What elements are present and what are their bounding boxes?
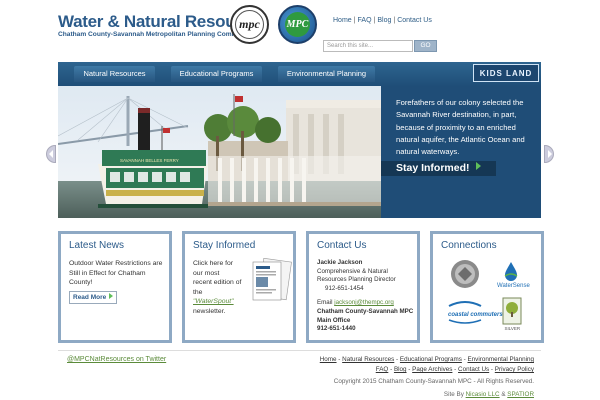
contact-us-box: Contact Us Jackie Jackson Comprehensive … (306, 231, 420, 343)
hero-slideshow: SAVANNAH BELLES FERRY Forefathers of our… (58, 86, 541, 218)
watersense-icon[interactable]: WaterSense (497, 262, 530, 289)
top-link-faq[interactable]: FAQ (358, 17, 372, 24)
footer-link-home[interactable]: Home (320, 356, 337, 363)
search-go-button[interactable]: GO (414, 40, 437, 52)
contact-email-link[interactable]: jacksonj@thempc.org (334, 299, 394, 306)
ferry-name: SAVANNAH BELLES FERRY (120, 158, 179, 163)
usgbc-icon[interactable] (451, 260, 479, 288)
footer-link-page-archives[interactable]: Page Archives (412, 366, 452, 373)
contact-us-body: Jackie Jackson Comprehensive & Natural R… (317, 259, 419, 334)
search-input[interactable]: Search this site... (323, 40, 413, 52)
stay-informed-label: Stay Informed! (396, 162, 470, 174)
stay-informed-line2: our most (193, 269, 220, 277)
read-more-arrow-icon (109, 292, 114, 299)
footer-link-natural-resources[interactable]: Natural Resources (342, 356, 394, 363)
leed-silver-icon[interactable]: SILVER (502, 297, 522, 331)
stay-informed-body: Click here for our most recent edition o… (193, 259, 253, 316)
latest-news-text: Outdoor Water Restrictions are Still in … (69, 260, 163, 286)
coastal-commuters-icon[interactable]: coastal commuters (448, 301, 503, 324)
latest-news-body: Outdoor Water Restrictions are Still in … (69, 259, 165, 304)
read-more-label: Read More (73, 293, 107, 301)
footer-link-privacy-policy[interactable]: Privacy Policy (495, 366, 534, 373)
nav-tab-educational-programs[interactable]: Educational Programs (171, 66, 262, 82)
stay-informed-line3: recent edition of (193, 279, 242, 286)
footer-link-environmental-planning[interactable]: Environmental Planning (467, 356, 534, 363)
site-subtitle: Chatham County-Savannah Metropolitan Pla… (58, 31, 257, 38)
contact-role-line1: Comprehensive & Natural (317, 267, 388, 275)
play-arrow-icon (475, 162, 481, 170)
top-link-home[interactable]: Home (333, 17, 352, 24)
site-by-label: Site By (443, 391, 464, 398)
copyright-text: Copyright 2015 Chatham County-Savannah M… (333, 378, 534, 385)
footer-link-blog[interactable]: Blog (394, 366, 407, 373)
latest-news-title: Latest News (69, 240, 125, 251)
leed-silver-label: SILVER (505, 326, 521, 331)
nav-tab-natural-resources[interactable]: Natural Resources (74, 66, 155, 82)
connections-box: Connections WaterSense coastal commuters… (430, 231, 544, 343)
stay-informed-hero-button[interactable]: Stay Informed! (381, 161, 496, 176)
slide-prev-arrow-icon[interactable] (46, 145, 56, 163)
connections-title: Connections (441, 240, 497, 251)
coastal-commuters-label: coastal commuters (448, 312, 503, 318)
latest-news-box: Latest News Outdoor Water Restrictions a… (58, 231, 172, 343)
newsletter-thumbnail-icon[interactable] (251, 258, 293, 304)
partner-logos: WaterSense coastal commuters SILVER (448, 260, 530, 331)
footer-link-educational-programs[interactable]: Educational Programs (400, 356, 462, 363)
contact-us-title: Contact Us (317, 240, 367, 251)
top-links: Home | FAQ | Blog | Contact Us (333, 17, 432, 24)
site-by-nicasio-link[interactable]: Nicasio LLC (466, 391, 500, 398)
contact-email-label: Email (317, 299, 333, 307)
footer-link-contact-us[interactable]: Contact Us (458, 366, 489, 373)
watersense-label: WaterSense (497, 283, 530, 289)
site-by: Site By Nicasio LLC & SPATIOR (444, 391, 534, 398)
site-by-spatior-link[interactable]: SPATIOR (507, 391, 534, 398)
waterspout-link[interactable]: "WaterSpout" (193, 298, 234, 305)
footer-links-row2: FAQ - Blog - Page Archives - Contact Us … (375, 366, 534, 373)
mpc-globe-icon: MPC (278, 5, 317, 44)
contact-phone: 912-651-1454 (325, 284, 364, 292)
site-by-amp: & (501, 391, 506, 398)
kids-land-button[interactable]: KIDS LAND (473, 64, 539, 82)
contact-office-phone: 912-651-1440 (317, 325, 356, 333)
read-more-button[interactable]: Read More (69, 290, 118, 304)
nav-tab-environmental-planning[interactable]: Environmental Planning (278, 66, 375, 82)
contact-name: Jackie Jackson (317, 259, 363, 266)
contact-role-line2: Resources Planning Director (317, 276, 396, 284)
top-link-blog[interactable]: Blog (377, 17, 391, 24)
stay-informed-box: Stay Informed Click here for our most re… (182, 231, 296, 343)
mpc-seal-icon: mpc (230, 5, 269, 44)
stay-informed-line1: Click here for (193, 260, 234, 267)
contact-office-label: Main Office (317, 316, 351, 324)
hero-image: SAVANNAH BELLES FERRY (58, 86, 381, 218)
stay-informed-line5: newsletter. (193, 307, 226, 315)
mpc-globe-text: MPC (285, 12, 310, 37)
mpc-seal-text: mpc (235, 10, 264, 39)
slide-next-arrow-icon[interactable] (544, 145, 554, 163)
footer-links-row1: Home - Natural Resources - Educational P… (319, 356, 534, 363)
stay-informed-line4: the (193, 288, 203, 296)
footer-divider (58, 350, 541, 351)
twitter-link[interactable]: @MPCNatResources on Twitter (67, 356, 166, 363)
stay-informed-title: Stay Informed (193, 240, 256, 251)
contact-org: Chatham County-Savannah MPC (317, 307, 414, 315)
savannah-riverfront-illustration: SAVANNAH BELLES FERRY (58, 86, 381, 218)
hero-description: Forefathers of our colony selected the S… (396, 98, 525, 157)
top-link-contact[interactable]: Contact Us (397, 17, 432, 24)
footer-link-faq[interactable]: FAQ (376, 366, 389, 373)
